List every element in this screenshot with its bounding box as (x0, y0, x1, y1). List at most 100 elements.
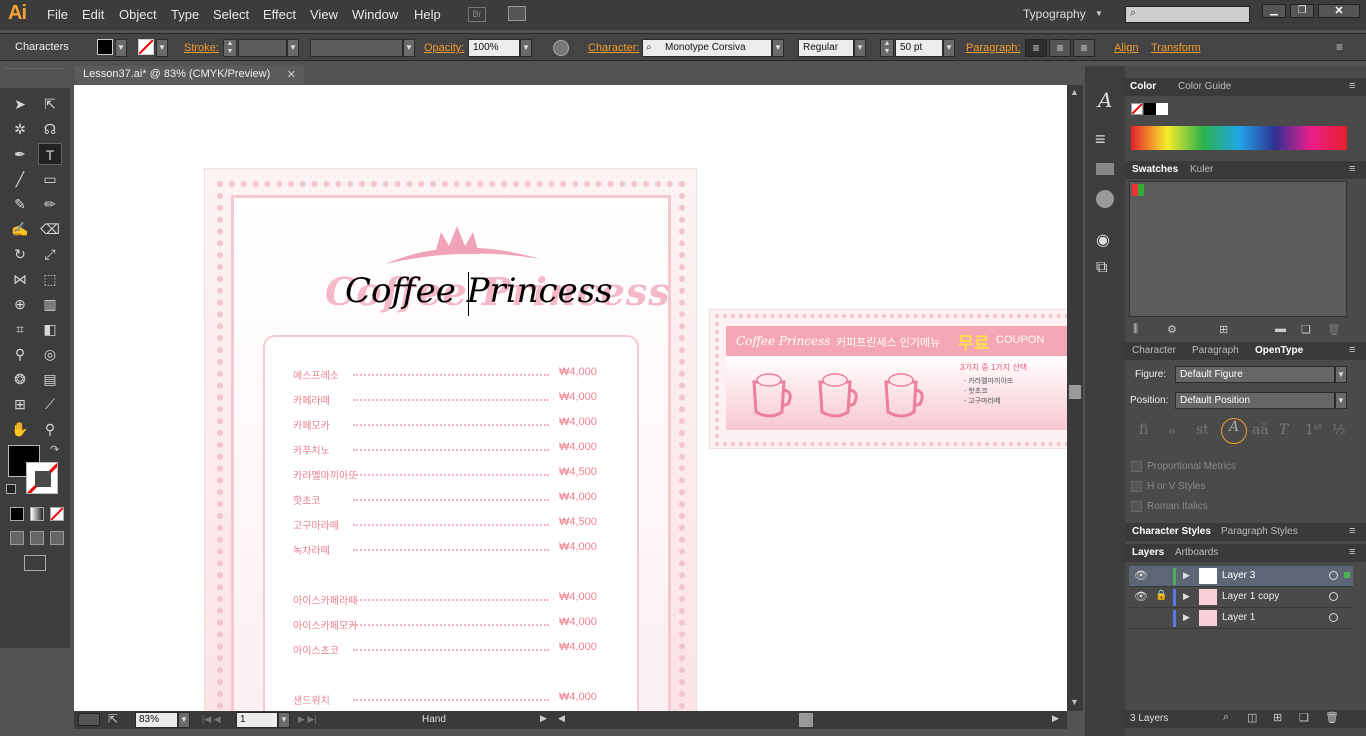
draw-behind-icon[interactable] (30, 531, 44, 545)
transparency-icon[interactable] (1096, 190, 1114, 208)
menu-select[interactable]: Select (213, 7, 249, 22)
next-artboard-icon[interactable]: ▶ ▶| (298, 714, 317, 725)
stroke-dropdown[interactable]: ▼ (156, 39, 168, 57)
panel-menu-icon[interactable]: ≡ (1336, 40, 1343, 54)
gradient-mode-icon[interactable] (30, 507, 44, 521)
layer-name[interactable]: Layer 1 (1222, 612, 1255, 623)
opacity-label[interactable]: Opacity: (424, 42, 464, 54)
first-artboard-icon[interactable]: |◀ ◀ (202, 714, 221, 725)
variable-width-profile[interactable] (310, 39, 403, 57)
mesh-tool-icon[interactable]: ⌗ (8, 318, 32, 340)
draw-inside-icon[interactable] (50, 531, 64, 545)
stroke-panel-icon[interactable] (1096, 163, 1114, 175)
toolbox-grip[interactable] (4, 68, 64, 74)
tab-paragraph-styles[interactable]: Paragraph Styles (1221, 526, 1298, 537)
font-family-dropdown[interactable]: ▼ (772, 39, 784, 57)
search-input[interactable]: ⌕ (1125, 6, 1250, 23)
arrange-documents-icon[interactable] (508, 6, 526, 21)
target-icon[interactable] (1329, 592, 1338, 601)
font-size-field[interactable]: 50 pt (895, 39, 943, 57)
menu-edit[interactable]: Edit (82, 7, 104, 22)
stroke-label[interactable]: Stroke: (184, 42, 219, 54)
scroll-right-icon[interactable]: ▶ (1052, 713, 1059, 724)
expand-icon[interactable]: ▶ (1183, 612, 1190, 623)
ligatures-icon[interactable]: fi (1139, 422, 1148, 438)
panel-menu-icon[interactable]: ≡ (1349, 80, 1355, 92)
color-spectrum[interactable] (1131, 126, 1347, 150)
hv-styles-checkbox[interactable] (1131, 481, 1142, 492)
discretionary-ligatures-icon[interactable]: st (1196, 422, 1209, 438)
fill-swatch[interactable] (97, 39, 113, 55)
tab-swatches[interactable]: Swatches (1132, 164, 1178, 175)
hand-tool-icon[interactable]: ✋ (8, 418, 32, 440)
swash-icon[interactable]: A (1221, 418, 1247, 444)
close-icon[interactable]: ✕ (287, 68, 296, 81)
stroke-weight-field[interactable] (238, 39, 287, 57)
eye-icon[interactable]: 👁 (1134, 569, 1148, 582)
swap-colors-icon[interactable]: ↷ (50, 443, 59, 456)
document-tab[interactable]: Lesson37.ai* @ 83% (CMYK/Preview) ✕ (75, 66, 304, 84)
panel-menu-icon[interactable]: ≡ (1349, 525, 1355, 537)
font-size-dropdown[interactable]: ▼ (943, 39, 955, 57)
contextual-alternates-icon[interactable]: ℴ (1169, 422, 1175, 438)
scroll-down-icon[interactable]: ▼ (1070, 697, 1079, 707)
default-colors-icon[interactable] (6, 484, 16, 494)
graph-tool-icon[interactable]: ▤ (38, 368, 62, 390)
rotate-tool-icon[interactable]: ↻ (8, 243, 32, 265)
transform-link[interactable]: Transform (1151, 42, 1201, 54)
layer-row[interactable]: ▶ Layer 1 (1129, 608, 1353, 629)
locate-object-icon[interactable]: ⌕ (1223, 711, 1229, 724)
align-right-icon[interactable]: ≡ (1073, 39, 1095, 57)
artboard-dropdown[interactable]: ▼ (278, 712, 290, 728)
eye-icon[interactable]: 👁 (1134, 590, 1148, 603)
position-dropdown[interactable]: ▼ (1335, 392, 1347, 409)
tab-character-styles[interactable]: Character Styles (1132, 526, 1211, 537)
scroll-up-icon[interactable]: ▲ (1070, 87, 1079, 97)
ordinals-icon[interactable]: 1ˢᵗ (1305, 422, 1322, 438)
titling-alternates-icon[interactable]: aā (1252, 422, 1269, 438)
vertical-scrollbar[interactable]: ▲ ▼ (1067, 85, 1083, 711)
delete-layer-icon[interactable]: 🗑 (1325, 711, 1339, 724)
bridge-icon[interactable]: Br (468, 7, 486, 22)
selection-indicator[interactable] (1344, 572, 1350, 578)
position-select[interactable]: Default Position (1175, 392, 1335, 409)
tab-character[interactable]: Character (1132, 345, 1176, 356)
paragraph-icon[interactable]: ≡ (1095, 129, 1106, 150)
zoom-tool-icon[interactable]: ⚲ (38, 418, 62, 440)
color-mode-icon[interactable] (10, 507, 24, 521)
status-menu-icon[interactable]: ▶ (540, 713, 547, 724)
expand-icon[interactable]: ▶ (1183, 570, 1190, 581)
paragraph-label[interactable]: Paragraph: (966, 42, 1020, 54)
tab-color-guide[interactable]: Color Guide (1178, 81, 1231, 92)
new-swatch-icon[interactable]: ❏ (1301, 323, 1311, 336)
panel-menu-icon[interactable]: ≡ (1349, 546, 1355, 558)
shape-builder-tool-icon[interactable]: ⊕ (8, 293, 32, 315)
character-styles-icon[interactable]: A (1098, 88, 1112, 112)
gradient-tool-icon[interactable]: ◧ (38, 318, 62, 340)
export-icon[interactable]: ⇱ (108, 712, 118, 726)
character-label[interactable]: Character: (588, 42, 639, 54)
white-swatch[interactable] (1156, 103, 1168, 115)
tab-paragraph[interactable]: Paragraph (1192, 345, 1239, 356)
align-left-icon[interactable]: ≡ (1025, 39, 1047, 57)
opacity-field[interactable]: 100% (468, 39, 520, 57)
line-tool-icon[interactable]: ╱ (8, 168, 32, 190)
opacity-dropdown[interactable]: ▼ (520, 39, 532, 57)
tab-opentype[interactable]: OpenType (1255, 345, 1303, 356)
folder-icon[interactable]: ▬ (1275, 323, 1286, 335)
close-window-button[interactable]: ✕ (1318, 4, 1360, 18)
screen-mode-icon[interactable] (24, 555, 46, 571)
roman-italics-checkbox[interactable] (1131, 501, 1142, 512)
status-icon[interactable] (78, 713, 100, 726)
menu-help[interactable]: Help (414, 7, 441, 22)
draw-normal-icon[interactable] (10, 531, 24, 545)
tab-artboards[interactable]: Artboards (1175, 547, 1218, 558)
variable-width-dropdown[interactable]: ▼ (403, 39, 415, 57)
stroke-swatch[interactable] (138, 39, 154, 55)
direct-selection-tool-icon[interactable]: ⇱ (38, 93, 62, 115)
stroke-color-box[interactable] (26, 462, 58, 494)
free-transform-tool-icon[interactable]: ⬚ (38, 268, 62, 290)
target-icon[interactable] (1329, 571, 1338, 580)
new-layer-icon[interactable]: ❏ (1299, 711, 1309, 724)
new-color-group-icon[interactable]: ⊞ (1219, 323, 1228, 336)
